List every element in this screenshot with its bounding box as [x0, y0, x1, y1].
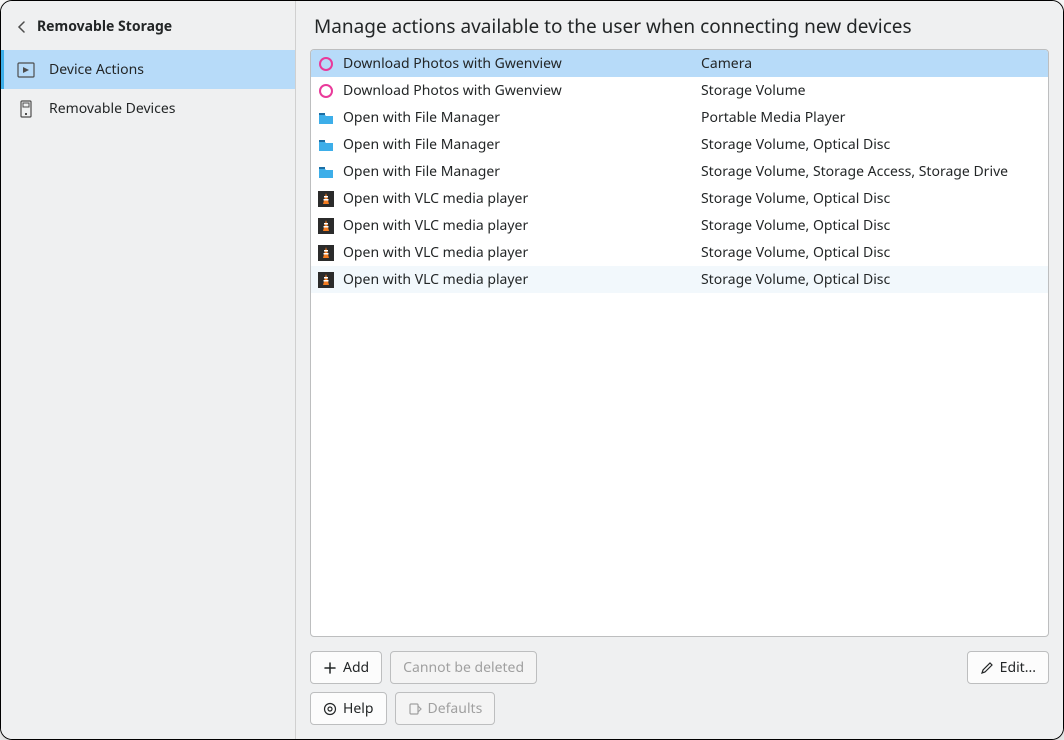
action-label: Download Photos with Gwenview [343, 81, 693, 100]
device-label: Storage Volume, Optical Disc [701, 270, 1042, 289]
device-label: Storage Volume, Storage Access, Storage … [701, 162, 1042, 181]
device-label: Storage Volume, Optical Disc [701, 135, 1042, 154]
vlc-icon [317, 244, 335, 262]
device-label: Storage Volume, Optical Disc [701, 189, 1042, 208]
main-panel: Manage actions available to the user whe… [296, 1, 1063, 739]
defaults-label: Defaults [428, 699, 483, 718]
delete-label: Cannot be deleted [403, 658, 524, 677]
device-label: Portable Media Player [701, 108, 1042, 127]
settings-window: Removable Storage Device Actions Removab… [0, 0, 1064, 740]
sidebar-list: Device Actions Removable Devices [1, 50, 295, 128]
add-label: Add [343, 658, 369, 677]
plus-icon [323, 661, 337, 675]
vlc-icon [317, 271, 335, 289]
delete-button: Cannot be deleted [390, 651, 537, 684]
removable-devices-icon [17, 100, 35, 118]
list-item[interactable]: Open with VLC media player Storage Volum… [311, 212, 1048, 239]
actions-list[interactable]: Download Photos with Gwenview Camera Dow… [310, 49, 1049, 637]
chevron-left-icon [15, 20, 29, 34]
device-label: Storage Volume, Optical Disc [701, 216, 1042, 235]
list-item[interactable]: Open with VLC media player Storage Volum… [311, 185, 1048, 212]
pencil-icon [980, 661, 994, 675]
edit-button[interactable]: Edit... [967, 651, 1049, 684]
action-label: Open with File Manager [343, 135, 693, 154]
add-button[interactable]: Add [310, 651, 382, 684]
folder-icon [317, 109, 335, 127]
help-icon [323, 702, 337, 716]
gwenview-icon [317, 82, 335, 100]
device-label: Storage Volume, Optical Disc [701, 243, 1042, 262]
sidebar-item-label: Device Actions [49, 60, 144, 79]
list-item[interactable]: Open with File Manager Storage Volume, O… [311, 131, 1048, 158]
action-label: Open with VLC media player [343, 243, 693, 262]
help-button[interactable]: Help [310, 692, 387, 725]
page-title: Manage actions available to the user whe… [296, 1, 1063, 49]
sidebar-item-removable-devices[interactable]: Removable Devices [1, 89, 295, 128]
device-label: Storage Volume [701, 81, 1042, 100]
vlc-icon [317, 217, 335, 235]
list-item[interactable]: Download Photos with Gwenview Storage Vo… [311, 77, 1048, 104]
device-label: Camera [701, 54, 1042, 73]
edit-label: Edit... [1000, 658, 1036, 677]
action-label: Open with File Manager [343, 108, 693, 127]
list-item[interactable]: Open with File Manager Portable Media Pl… [311, 104, 1048, 131]
defaults-button: Defaults [395, 692, 496, 725]
button-bar: Add Cannot be deleted Edit... [296, 645, 1063, 739]
gwenview-icon [317, 55, 335, 73]
action-label: Open with File Manager [343, 162, 693, 181]
device-actions-icon [17, 61, 35, 79]
list-item[interactable]: Open with VLC media player Storage Volum… [311, 266, 1048, 293]
folder-icon [317, 136, 335, 154]
action-label: Download Photos with Gwenview [343, 54, 693, 73]
sidebar-item-label: Removable Devices [49, 99, 176, 118]
help-label: Help [343, 699, 374, 718]
list-item[interactable]: Download Photos with Gwenview Camera [311, 50, 1048, 77]
breadcrumb-label: Removable Storage [37, 17, 172, 36]
list-item[interactable]: Open with File Manager Storage Volume, S… [311, 158, 1048, 185]
folder-icon [317, 163, 335, 181]
action-label: Open with VLC media player [343, 189, 693, 208]
sidebar: Removable Storage Device Actions Removab… [1, 1, 296, 739]
action-label: Open with VLC media player [343, 270, 693, 289]
list-item[interactable]: Open with VLC media player Storage Volum… [311, 239, 1048, 266]
vlc-icon [317, 190, 335, 208]
sidebar-item-device-actions[interactable]: Device Actions [1, 50, 295, 89]
action-label: Open with VLC media player [343, 216, 693, 235]
defaults-icon [408, 702, 422, 716]
breadcrumb[interactable]: Removable Storage [1, 7, 295, 50]
